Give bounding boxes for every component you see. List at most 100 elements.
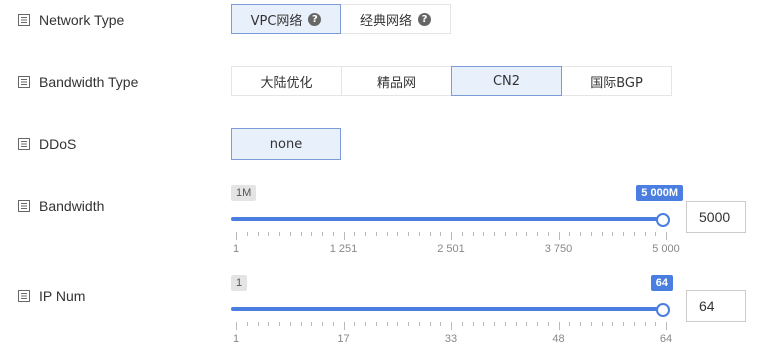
slider-tick bbox=[236, 232, 237, 240]
slider-tick bbox=[451, 322, 452, 330]
slider-tick bbox=[580, 232, 581, 236]
bandwidth-type-label: Bandwidth Type bbox=[39, 74, 139, 90]
ddos-option-none[interactable]: none bbox=[231, 128, 341, 160]
slider-tick bbox=[236, 322, 237, 330]
slider-tick bbox=[322, 322, 323, 326]
slider-tick bbox=[343, 232, 345, 240]
network-type-row: Network Type VPC网络 ? 经典网络 ? bbox=[0, 4, 769, 36]
help-icon[interactable]: ? bbox=[418, 12, 431, 26]
ip-num-label: IP Num bbox=[39, 288, 86, 304]
slider-tick bbox=[332, 322, 334, 326]
ip-num-label-wrap: IP Num bbox=[18, 288, 85, 304]
slider-tick bbox=[623, 322, 624, 326]
slider-tick bbox=[515, 322, 517, 326]
ip-num-slider-track[interactable] bbox=[231, 307, 661, 311]
slider-tick bbox=[397, 232, 399, 236]
ip-num-tick-label: 33 bbox=[444, 333, 458, 345]
bandwidth-type-option-premium[interactable]: 精品网 bbox=[341, 66, 452, 96]
slider-tick bbox=[429, 322, 431, 326]
network-type-label-wrap: Network Type bbox=[18, 12, 124, 28]
ip-num-tick-label: 17 bbox=[337, 333, 350, 345]
slider-tick bbox=[408, 232, 409, 236]
network-type-option-vpc[interactable]: VPC网络 ? bbox=[231, 4, 341, 34]
slider-tick bbox=[612, 232, 614, 236]
slider-tick bbox=[300, 322, 302, 326]
slider-tick bbox=[537, 322, 538, 326]
bandwidth-slider-track[interactable] bbox=[231, 217, 661, 221]
slider-tick bbox=[655, 232, 657, 236]
bandwidth-tick-label: 2 501 bbox=[437, 243, 465, 255]
slider-tick bbox=[461, 232, 463, 236]
slider-tick bbox=[365, 232, 366, 236]
slider-tick bbox=[311, 232, 313, 236]
slider-tick bbox=[526, 232, 528, 236]
slider-tick bbox=[483, 322, 485, 326]
slider-tick bbox=[322, 232, 323, 236]
slider-tick bbox=[612, 322, 614, 326]
bandwidth-value-input[interactable]: 5000 bbox=[686, 201, 746, 233]
slider-tick bbox=[386, 322, 388, 326]
bandwidth-type-label-wrap: Bandwidth Type bbox=[18, 74, 138, 90]
ddos-option-none-label: none bbox=[269, 136, 303, 152]
slider-tick bbox=[354, 232, 356, 236]
bandwidth-label: Bandwidth bbox=[39, 198, 105, 214]
slider-tick bbox=[515, 232, 517, 236]
slider-tick bbox=[418, 232, 420, 236]
help-icon[interactable]: ? bbox=[308, 12, 322, 26]
bandwidth-slider-handle[interactable] bbox=[656, 213, 670, 227]
bandwidth-type-option-mainland[interactable]: 大陆优化 bbox=[231, 66, 342, 96]
bandwidth-type-option-cn2[interactable]: CN2 bbox=[451, 66, 562, 96]
slider-tick bbox=[332, 232, 334, 236]
ip-num-value-input[interactable]: 64 bbox=[686, 290, 746, 322]
ip-num-tick-label: 64 bbox=[659, 333, 673, 345]
slider-tick bbox=[666, 232, 667, 240]
bandwidth-type-option-bgp-label: 国际BGP bbox=[590, 75, 643, 91]
bandwidth-slider-fill bbox=[231, 217, 661, 221]
slider-tick bbox=[289, 322, 291, 326]
list-icon bbox=[18, 76, 30, 88]
slider-tick bbox=[375, 322, 377, 326]
slider-tick bbox=[666, 322, 667, 330]
bandwidth-type-option-bgp[interactable]: 国际BGP bbox=[561, 66, 672, 96]
network-type-option-vpc-label: VPC网络 bbox=[250, 13, 303, 29]
bandwidth-type-option-mainland-label: 大陆优化 bbox=[260, 75, 313, 91]
bandwidth-slider[interactable]: 1M 5 000M 1 1 251 2 501 3 750 5 000 bbox=[231, 184, 683, 260]
slider-tick bbox=[623, 232, 624, 236]
slider-tick bbox=[504, 322, 506, 326]
slider-tick bbox=[375, 232, 377, 236]
ip-num-slider[interactable]: 1 64 1 17 33 48 64 bbox=[231, 274, 673, 350]
slider-tick bbox=[268, 322, 270, 326]
ddos-options: none bbox=[231, 128, 341, 160]
bandwidth-type-row: Bandwidth Type 大陆优化 精品网 CN2 国际BGP bbox=[0, 66, 769, 98]
ip-num-tick-label: 48 bbox=[552, 333, 565, 345]
network-type-option-classic[interactable]: 经典网络 ? bbox=[340, 4, 451, 34]
slider-tick bbox=[397, 322, 399, 326]
bandwidth-row: Bandwidth 1M 5 000M 1 1 251 2 501 3 750 … bbox=[0, 184, 769, 260]
bandwidth-type-option-cn2-label: CN2 bbox=[492, 73, 521, 89]
slider-tick bbox=[451, 232, 452, 240]
slider-tick bbox=[633, 232, 635, 236]
bandwidth-label-wrap: Bandwidth bbox=[18, 198, 104, 214]
slider-tick bbox=[537, 232, 538, 236]
list-icon bbox=[18, 14, 30, 26]
ip-num-max-badge: 64 bbox=[650, 275, 673, 291]
slider-tick bbox=[558, 322, 560, 330]
ip-num-slider-fill bbox=[231, 307, 661, 311]
slider-tick bbox=[279, 322, 280, 326]
slider-tick bbox=[461, 322, 463, 326]
slider-tick bbox=[365, 322, 366, 326]
slider-tick bbox=[257, 322, 259, 326]
slider-tick bbox=[601, 232, 603, 236]
bandwidth-tick-label: 3 750 bbox=[544, 243, 573, 255]
slider-tick bbox=[601, 322, 603, 326]
slider-tick bbox=[429, 232, 431, 236]
slider-tick bbox=[440, 322, 442, 326]
ip-num-slider-handle[interactable] bbox=[656, 303, 670, 317]
list-icon bbox=[18, 138, 30, 150]
slider-tick bbox=[483, 232, 485, 236]
slider-tick bbox=[569, 232, 571, 236]
slider-tick bbox=[494, 232, 495, 236]
bandwidth-min-badge: 1M bbox=[231, 185, 257, 201]
slider-tick bbox=[418, 322, 420, 326]
slider-tick bbox=[289, 232, 291, 236]
